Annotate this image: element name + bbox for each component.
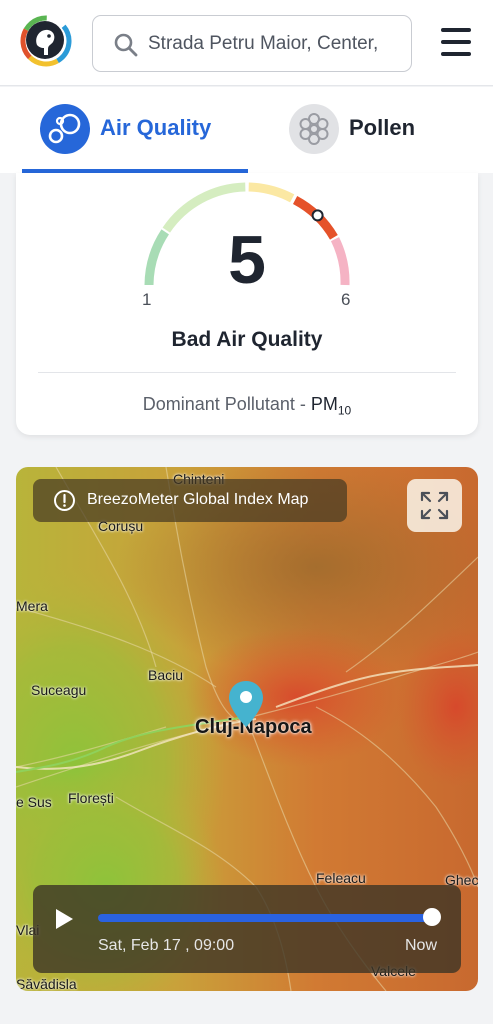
tab-label-air-quality: Air Quality (100, 115, 212, 140)
map-place-label: Mera (16, 598, 48, 614)
timeline-now-label: Now (405, 937, 438, 954)
index-map-title: BreezoMeter Global Index Map (87, 491, 309, 508)
map-place-label: Săvădisla (16, 976, 77, 991)
info-circle-icon (54, 490, 75, 511)
search-input[interactable] (148, 28, 398, 60)
map-place-label: e Sus (16, 794, 52, 810)
hamburger-menu-icon[interactable] (437, 24, 475, 60)
aqi-heatmap[interactable]: Chinteni Corușu Mera Baciu Suceagu e Sus… (16, 467, 478, 991)
app-header (0, 0, 493, 86)
air-quality-card: 5 1 6 Bad Air Quality Dominant Pollutant… (16, 173, 478, 435)
gauge-max-label: 6 (341, 290, 351, 309)
breezometer-logo[interactable] (20, 15, 72, 67)
gauge-min-label: 1 (142, 290, 152, 309)
timeline-slider-thumb[interactable] (423, 908, 441, 926)
expand-map-button[interactable] (407, 479, 462, 532)
aqi-description: Bad Air Quality (171, 328, 323, 351)
aqi-value: 5 (228, 222, 266, 298)
tab-label-pollen: Pollen (349, 115, 416, 140)
pollen-flower-icon (289, 104, 339, 154)
location-pin-icon[interactable] (227, 679, 265, 729)
dominant-pollutant: Dominant Pollutant - PM10 (16, 394, 478, 418)
play-icon[interactable] (53, 907, 75, 931)
timeline-player: Sat, Feb 17 , 09:00 Now (33, 885, 461, 973)
divider (38, 372, 456, 373)
map-place-label: Baciu (148, 667, 184, 683)
index-map-banner[interactable]: BreezoMeter Global Index Map (33, 479, 347, 522)
tab-bar: Air Quality Pollen (0, 87, 493, 173)
map-place-label: Suceagu (31, 682, 87, 698)
dominant-pollutant-label: Dominant Pollutant - (142, 394, 311, 414)
air-bubbles-icon (40, 104, 90, 154)
pollutant-name: PM10 (310, 394, 352, 418)
gauge-indicator (311, 209, 324, 222)
search-bar[interactable] (92, 15, 412, 72)
tab-pollen[interactable]: Pollen (288, 87, 468, 173)
tab-air-quality[interactable]: Air Quality (22, 87, 248, 173)
gauge-segment-3 (248, 182, 295, 203)
timeline-slider[interactable] (98, 914, 432, 922)
search-icon (114, 33, 138, 57)
expand-icon (420, 491, 449, 520)
map-place-label: Feleacu (316, 870, 366, 886)
timeline-time: Sat, Feb 17 , 09:00 (98, 937, 235, 954)
map-place-label: Florești (68, 790, 114, 806)
